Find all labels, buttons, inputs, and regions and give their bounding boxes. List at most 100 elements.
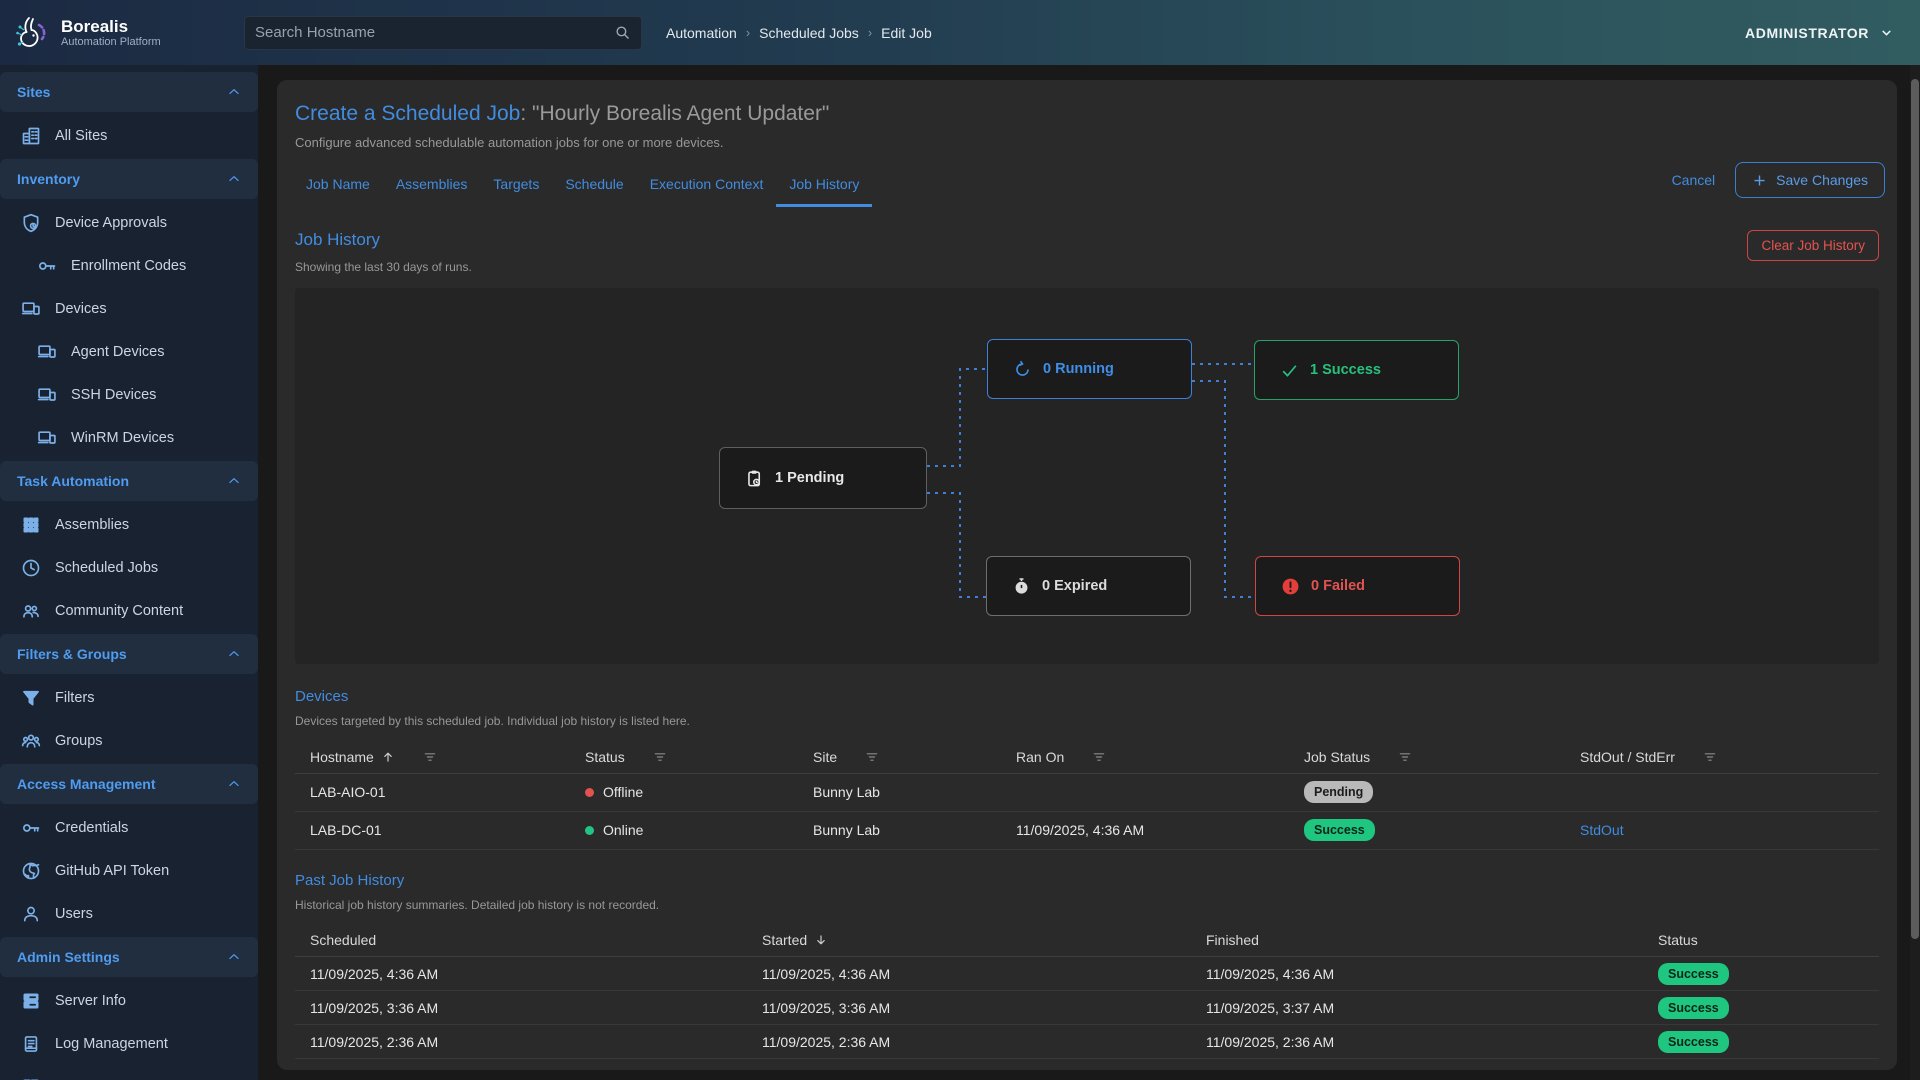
flow-node-success: 1 Success [1254, 340, 1459, 400]
column-header-job-status[interactable]: Job Status [1304, 741, 1580, 773]
column-header-started[interactable]: Started [762, 925, 1206, 957]
sidebar-item-winrm-devices[interactable]: WinRM Devices [0, 416, 258, 459]
form-actions: Cancel Save Changes [1672, 162, 1885, 198]
column-header-site[interactable]: Site [813, 741, 1016, 773]
filter-icon[interactable] [1398, 750, 1412, 764]
cancel-button[interactable]: Cancel [1672, 172, 1716, 188]
stdout-link[interactable]: StdOut [1580, 822, 1624, 838]
people-icon [21, 601, 41, 621]
sidebar-item-github-api-token[interactable]: GitHub API Token [0, 849, 258, 892]
sidebar-section-sites[interactable]: Sites [0, 72, 258, 112]
column-header-status[interactable]: Status [1658, 925, 1879, 957]
save-changes-button[interactable]: Save Changes [1735, 162, 1885, 198]
column-header-scheduled[interactable]: Scheduled [295, 925, 762, 957]
cell-status: Online [585, 811, 813, 849]
column-header-hostname[interactable]: Hostname [295, 741, 585, 773]
chevron-down-icon [1879, 25, 1894, 40]
sidebar-section-inventory[interactable]: Inventory [0, 159, 258, 199]
filter-icon[interactable] [1703, 750, 1717, 764]
page-scrollbar[interactable] [1910, 65, 1920, 1080]
cell-scheduled: 11/09/2025, 3:36 AM [295, 991, 762, 1025]
search-box[interactable] [244, 16, 642, 50]
sidebar-section-label: Sites [17, 84, 50, 100]
tab-job-history[interactable]: Job History [776, 170, 872, 207]
borealis-rabbit-logo-icon [12, 13, 52, 53]
breadcrumb-separator: › [737, 25, 759, 40]
cell-scheduled: 11/09/2025, 4:36 AM [295, 957, 762, 991]
sidebar-item-devices[interactable]: Devices [0, 287, 258, 330]
sidebar-item-page-template[interactable]: Page Template [0, 1065, 258, 1080]
status-badge: Success [1658, 963, 1729, 985]
sidebar-item-log-management[interactable]: Log Management [0, 1022, 258, 1065]
sidebar-item-community-content[interactable]: Community Content [0, 589, 258, 632]
sidebar-item-scheduled-jobs[interactable]: Scheduled Jobs [0, 546, 258, 589]
clipboard-clock-icon [745, 469, 764, 488]
job-status-flow-diagram: 1 Pending 0 Running 1 Success [295, 288, 1879, 664]
cell-ran-on: 11/09/2025, 4:36 AM [1016, 811, 1304, 849]
sidebar-item-users[interactable]: Users [0, 892, 258, 935]
column-label: Hostname [310, 749, 374, 765]
shield-icon [21, 213, 41, 233]
tabs-row: Job NameAssembliesTargetsScheduleExecuti… [295, 170, 1879, 206]
offline-status-dot [585, 788, 594, 797]
past-table-header: ScheduledStartedFinished Status [295, 925, 1879, 957]
breadcrumb-item-edit-job[interactable]: Edit Job [881, 25, 932, 41]
column-header-status[interactable]: Status [585, 741, 813, 773]
cell-hostname: LAB-DC-01 [295, 811, 585, 849]
column-label: Ran On [1016, 749, 1064, 765]
sidebar-item-label: Agent Devices [71, 344, 165, 360]
job-history-header: Job History Showing the last 30 days of … [295, 230, 1879, 274]
past-job-history-subtitle: Historical job history summaries. Detail… [295, 898, 1879, 912]
tab-execution-context[interactable]: Execution Context [637, 170, 777, 207]
tab-schedule[interactable]: Schedule [552, 170, 636, 207]
sidebar-item-credentials[interactable]: Credentials [0, 806, 258, 849]
tab-assemblies[interactable]: Assemblies [383, 170, 481, 207]
filter-icon[interactable] [653, 750, 667, 764]
clear-job-history-button[interactable]: Clear Job History [1747, 230, 1879, 261]
sidebar-item-server-info[interactable]: Server Info [0, 979, 258, 1022]
cell-started: 11/09/2025, 3:36 AM [762, 991, 1206, 1025]
search-icon [614, 24, 631, 41]
tab-targets[interactable]: Targets [480, 170, 552, 207]
sidebar-item-groups[interactable]: Groups [0, 719, 258, 762]
cell-job-status: Pending [1304, 773, 1580, 811]
chevron-up-icon [227, 474, 241, 488]
sidebar-item-filters[interactable]: Filters [0, 676, 258, 719]
cell-finished: 11/09/2025, 2:36 AM [1206, 1025, 1658, 1059]
sidebar-item-device-approvals[interactable]: Device Approvals [0, 201, 258, 244]
column-header-stdout-stderr[interactable]: StdOut / StdErr [1580, 741, 1879, 773]
sidebar-item-label: Community Content [55, 603, 183, 619]
column-header-finished[interactable]: Finished [1206, 925, 1658, 957]
sidebar-item-all-sites[interactable]: All Sites [0, 114, 258, 157]
sidebar-item-ssh-devices[interactable]: SSH Devices [0, 373, 258, 416]
cell-scheduled: 11/09/2025, 2:36 AM [295, 1025, 762, 1059]
flow-node-running: 0 Running [987, 339, 1192, 399]
user-menu[interactable]: ADMINISTRATOR [1745, 25, 1894, 41]
flow-node-failed: 0 Failed [1255, 556, 1460, 616]
column-label: Finished [1206, 932, 1259, 948]
scrollbar-thumb[interactable] [1911, 79, 1919, 939]
sidebar-item-agent-devices[interactable]: Agent Devices [0, 330, 258, 373]
sidebar-section-admin-settings[interactable]: Admin Settings [0, 937, 258, 977]
top-bar: Borealis Automation Platform Automation›… [0, 0, 1920, 65]
cell-stdout: StdOut [1580, 811, 1879, 849]
user-menu-label: ADMINISTRATOR [1745, 25, 1869, 41]
filter-icon[interactable] [423, 750, 437, 764]
filter-icon[interactable] [1092, 750, 1106, 764]
status-badge: Success [1304, 819, 1375, 841]
sidebar-section-access-management[interactable]: Access Management [0, 764, 258, 804]
sidebar-item-assemblies[interactable]: Assemblies [0, 503, 258, 546]
chevron-up-icon [227, 950, 241, 964]
breadcrumb-item-automation[interactable]: Automation [666, 25, 737, 41]
tab-job-name[interactable]: Job Name [293, 170, 383, 207]
column-header-ran-on[interactable]: Ran On [1016, 741, 1304, 773]
sidebar-item-enrollment-codes[interactable]: Enrollment Codes [0, 244, 258, 287]
sidebar-item-label: All Sites [55, 128, 107, 144]
stopwatch-icon [1012, 577, 1031, 596]
cell-job-status: Success [1304, 811, 1580, 849]
sidebar-section-task-automation[interactable]: Task Automation [0, 461, 258, 501]
filter-icon[interactable] [865, 750, 879, 764]
search-input[interactable] [255, 24, 614, 41]
breadcrumb-item-scheduled-jobs[interactable]: Scheduled Jobs [759, 25, 859, 41]
sidebar-section-filters-groups[interactable]: Filters & Groups [0, 634, 258, 674]
